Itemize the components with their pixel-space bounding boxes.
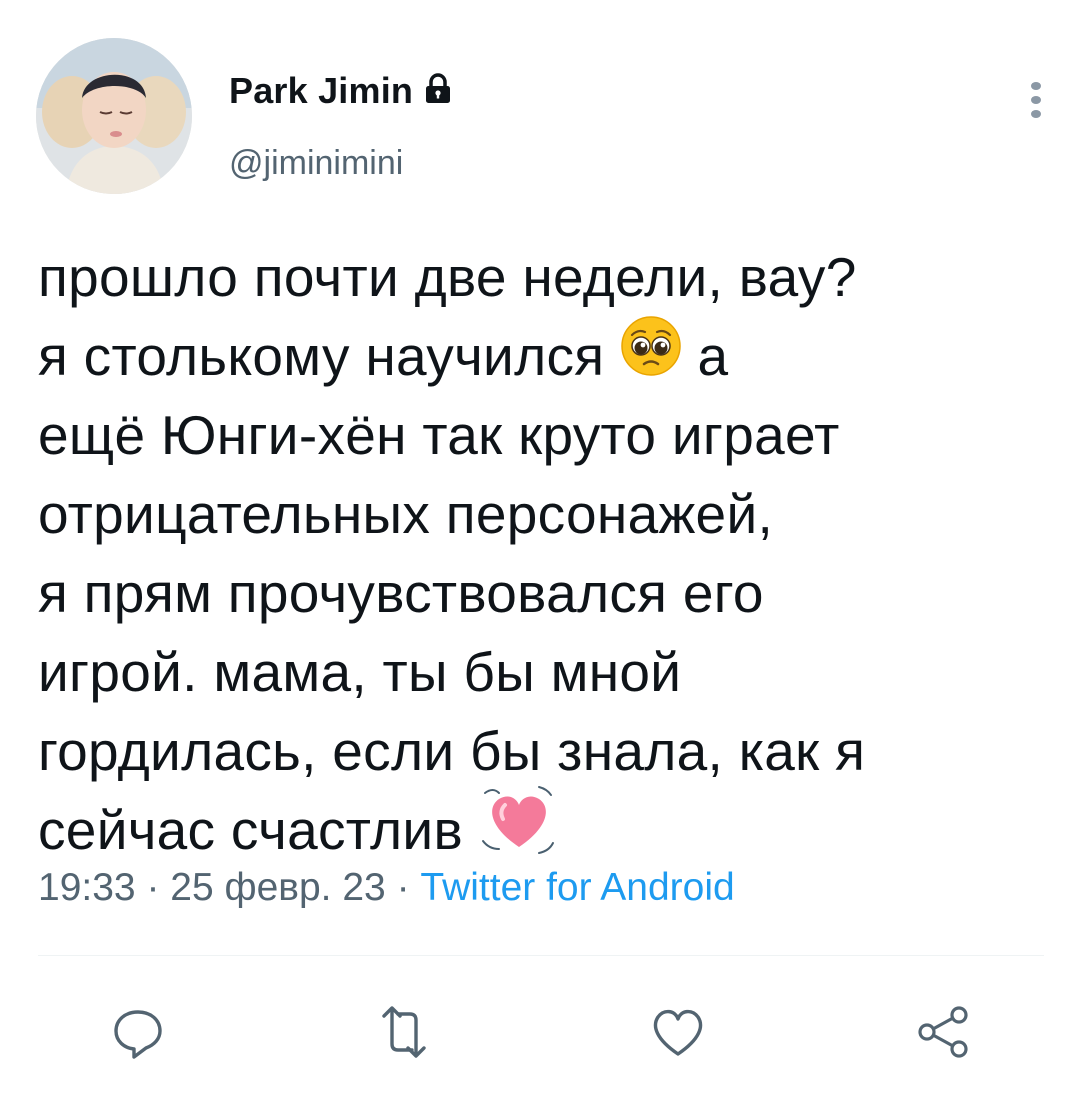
- more-dot: [1031, 82, 1041, 90]
- more-dot: [1031, 110, 1041, 118]
- tweet-time: 19:33: [38, 866, 136, 909]
- tweet-line: я прям прочувствовался его: [38, 562, 764, 624]
- more-vertical-icon[interactable]: [1018, 82, 1054, 118]
- tweet-source-link[interactable]: Twitter for Android: [420, 866, 734, 909]
- more-dot: [1031, 96, 1041, 104]
- heart-icon: [653, 1009, 703, 1056]
- tweet-line-text: я столькому научился: [38, 325, 605, 387]
- tweet-line-text: а: [697, 325, 729, 387]
- author-display-name[interactable]: Park Jimin: [229, 70, 413, 112]
- tweet-text: прошло почти две недели, вау? я стольком…: [38, 238, 1048, 870]
- like-button[interactable]: [646, 1000, 710, 1064]
- share-icon: [918, 1006, 968, 1058]
- tweet-line: сейчас счастлив: [38, 786, 1048, 870]
- tweet-line: прошло почти две недели, вау?: [38, 246, 857, 308]
- tweet-line: гордилась, если бы знала, как я: [38, 720, 866, 782]
- tweet-line: ещё Юнги-хён так круто играет: [38, 404, 840, 466]
- meta-separator: ·: [135, 866, 171, 909]
- reply-button[interactable]: [106, 1000, 170, 1064]
- action-bar: [0, 1000, 1080, 1064]
- tweet-line: отрицательных персонажей,: [38, 483, 774, 545]
- beating-heart-emoji: [479, 783, 559, 878]
- lock-icon: [423, 73, 453, 105]
- tweet-line-text: сейчас счастлив: [38, 799, 463, 862]
- reply-icon: [114, 1010, 162, 1059]
- share-button[interactable]: [912, 1000, 976, 1064]
- profile-photo: [36, 38, 192, 194]
- meta-separator: ·: [385, 866, 421, 909]
- avatar[interactable]: [36, 38, 192, 194]
- retweet-button[interactable]: [372, 1000, 436, 1064]
- pleading-face-emoji: [620, 315, 682, 398]
- divider: [38, 955, 1044, 956]
- tweet-meta: 19:33 · 25 февр. 23 · Twitter for Androi…: [38, 866, 735, 910]
- author-name-row: Park Jimin: [229, 70, 453, 112]
- tweet-line: игрой. мама, ты бы мной: [38, 641, 682, 703]
- author-handle[interactable]: @jiminimini: [229, 144, 403, 183]
- retweet-icon: [382, 1006, 426, 1058]
- tweet-line: я столькому научился а: [38, 315, 1048, 398]
- tweet-date: 25 февр. 23: [170, 866, 386, 909]
